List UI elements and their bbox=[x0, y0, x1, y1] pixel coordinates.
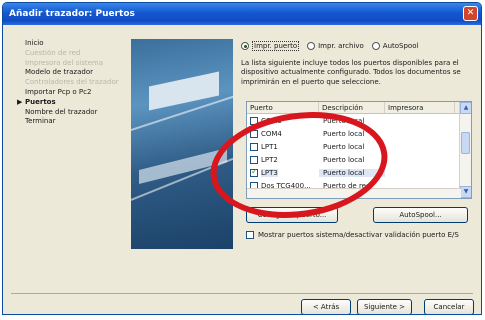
add-plotter-dialog: Añadir trazador: Puertos ✕ Inicio Cuesti… bbox=[2, 2, 482, 315]
window-title: Añadir trazador: Puertos bbox=[9, 9, 135, 19]
step-item: Modelo de trazador bbox=[25, 68, 93, 77]
radio-indicator[interactable] bbox=[371, 42, 380, 50]
title-bar: Añadir trazador: Puertos ✕ bbox=[3, 3, 481, 25]
step-item: Cuestión de red bbox=[25, 48, 81, 57]
show-all-ports-option[interactable]: Mostrar puertos sistema/desactivar valid… bbox=[246, 231, 459, 239]
radio-plot-to-file[interactable]: Impr. archivo bbox=[307, 41, 364, 51]
cancel-button[interactable]: Cancelar bbox=[424, 299, 474, 314]
step-item: Controladores del trazador bbox=[25, 78, 119, 87]
show-all-ports-checkbox[interactable] bbox=[246, 231, 254, 239]
wizard-illustration bbox=[131, 39, 233, 249]
radio-autospool[interactable]: AutoSpool bbox=[371, 41, 418, 51]
footer-divider bbox=[11, 293, 473, 294]
scroll-thumb[interactable] bbox=[461, 132, 470, 154]
radio-indicator[interactable] bbox=[307, 42, 316, 50]
radio-indicator[interactable] bbox=[241, 42, 249, 50]
next-button[interactable]: Siguiente > bbox=[357, 299, 412, 314]
step-item-current: ▶ Puertos bbox=[17, 97, 56, 106]
output-mode-group: Impr. puerto Impr. archivo AutoSpool bbox=[241, 41, 418, 51]
back-button[interactable]: < Atrás bbox=[301, 299, 351, 314]
ports-description: La lista siguiente incluye todos los pue… bbox=[241, 59, 461, 86]
header-printer[interactable]: Impresora bbox=[385, 102, 455, 113]
step-item: Nombre del trazador bbox=[25, 107, 98, 116]
step-item: Terminar bbox=[25, 117, 56, 126]
wizard-steps: Inicio Cuestión de red Impresora del sis… bbox=[17, 39, 135, 127]
step-item: Inicio bbox=[25, 39, 44, 47]
step-item: Importar Pcp o Pc2 bbox=[25, 87, 92, 96]
header-description[interactable]: Descripción bbox=[319, 102, 385, 113]
current-step-arrow-icon: ▶ bbox=[17, 97, 23, 106]
close-button[interactable]: ✕ bbox=[463, 6, 478, 21]
scroll-up-icon[interactable]: ▲ bbox=[460, 102, 471, 114]
autospool-button[interactable]: AutoSpool... bbox=[373, 207, 468, 223]
vertical-scrollbar[interactable]: ▲ ▼ bbox=[459, 102, 471, 198]
scroll-down-icon[interactable]: ▼ bbox=[460, 186, 471, 198]
table-header: Puerto Descripción Impresora bbox=[247, 102, 471, 114]
radio-plot-to-port[interactable]: Impr. puerto bbox=[241, 41, 300, 51]
step-item: Impresora del sistema bbox=[25, 58, 103, 67]
